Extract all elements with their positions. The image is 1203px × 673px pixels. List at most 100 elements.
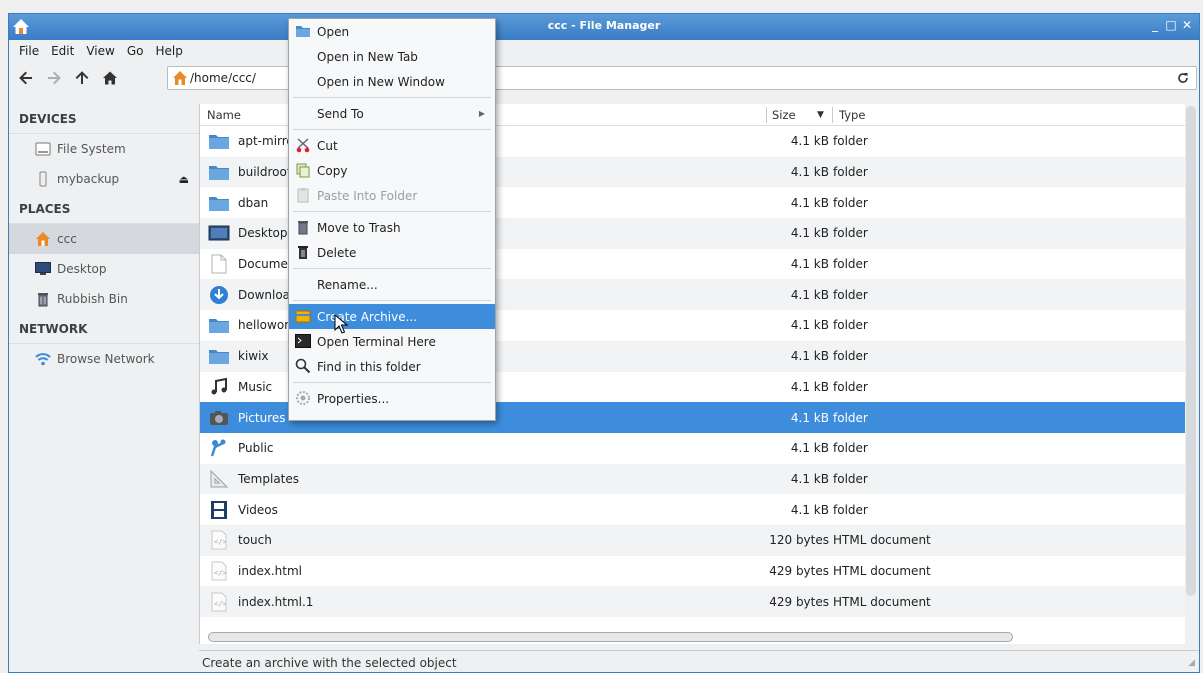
file-size: 4.1 kB xyxy=(790,287,829,302)
menu-separator xyxy=(289,297,495,304)
menu-item-send-to[interactable]: Send To ▶ xyxy=(289,101,495,126)
svg-text:</>: </> xyxy=(214,538,227,546)
file-size: 4.1 kB xyxy=(790,349,829,364)
documents-folder-icon xyxy=(207,253,231,275)
scissors-icon xyxy=(295,137,311,153)
properties-icon xyxy=(295,390,311,406)
menu-item-find-in-this-folder[interactable]: Find in this folder xyxy=(289,354,495,379)
home-button[interactable] xyxy=(99,67,121,89)
menu-item-open-terminal-here[interactable]: Open Terminal Here xyxy=(289,329,495,354)
menu-item-move-to-trash[interactable]: Move to Trash xyxy=(289,215,495,240)
terminal-icon xyxy=(295,333,311,349)
menu-item-label: Rename... xyxy=(317,277,378,292)
menu-edit[interactable]: Edit xyxy=(45,44,80,58)
status-text: Create an archive with the selected obje… xyxy=(202,656,457,670)
forward-button[interactable] xyxy=(43,67,65,89)
devices-header: DEVICES xyxy=(9,104,199,134)
sidebar-item-rubbish-bin[interactable]: Rubbish Bin xyxy=(9,284,199,314)
toolbar: /home/ccc/ xyxy=(9,62,1199,94)
file-name: Templates xyxy=(238,471,300,486)
sidebar-item-label: Browse Network xyxy=(57,352,155,366)
delete-icon xyxy=(295,244,311,260)
sidebar-item-mybackup[interactable]: mybackup ⏏ xyxy=(9,164,199,194)
file-type: HTML document xyxy=(833,594,931,609)
menu-help[interactable]: Help xyxy=(149,44,188,58)
file-row[interactable]: </> touch 120 bytes HTML document xyxy=(200,524,1185,556)
column-type[interactable]: Type xyxy=(839,108,865,122)
vertical-scrollbar[interactable] xyxy=(1186,106,1196,596)
file-size: 120 bytes xyxy=(769,533,829,548)
horizontal-scrollbar[interactable] xyxy=(208,632,1013,642)
submenu-arrow-icon: ▶ xyxy=(478,109,485,118)
minimize-button[interactable]: _ xyxy=(1149,18,1161,32)
file-row[interactable]: Templates 4.1 kB folder xyxy=(200,463,1185,495)
menu-file[interactable]: File xyxy=(13,44,45,58)
file-type: folder xyxy=(833,195,868,210)
sidebar-item-label: Rubbish Bin xyxy=(57,292,128,306)
sidebar-item-file-system[interactable]: File System xyxy=(9,134,199,164)
menu-item-create-archive[interactable]: Create Archive... xyxy=(289,304,495,329)
file-type: folder xyxy=(833,257,868,272)
column-separator[interactable] xyxy=(766,107,767,123)
file-row[interactable]: </> index.html 429 bytes HTML document xyxy=(200,556,1185,587)
column-separator[interactable] xyxy=(832,107,833,123)
wifi-icon xyxy=(35,351,51,367)
file-name: index.html xyxy=(238,563,302,578)
menu-item-properties[interactable]: Properties... xyxy=(289,386,495,411)
menu-item-open[interactable]: Open xyxy=(289,19,495,44)
svg-text:</>: </> xyxy=(214,569,227,577)
up-button[interactable] xyxy=(71,67,93,89)
column-size[interactable]: Size xyxy=(772,108,796,122)
menu-separator xyxy=(289,94,495,101)
folder-icon xyxy=(207,130,231,152)
sidebar-item-browse-network[interactable]: Browse Network xyxy=(9,344,199,374)
menu-separator xyxy=(289,126,495,133)
sidebar-item-desktop[interactable]: Desktop xyxy=(9,254,199,284)
file-row[interactable]: Videos 4.1 kB folder xyxy=(200,494,1185,525)
home-icon xyxy=(103,71,117,85)
file-size: 429 bytes xyxy=(769,594,829,609)
menu-item-cut[interactable]: Cut xyxy=(289,133,495,158)
folder-icon xyxy=(207,161,231,183)
file-type: HTML document xyxy=(833,563,931,578)
trash-icon xyxy=(295,219,311,235)
close-button[interactable]: ✕ xyxy=(1181,18,1193,32)
file-type: folder xyxy=(833,165,868,180)
menu-item-open-in-new-window[interactable]: Open in New Window xyxy=(289,69,495,94)
menu-item-copy[interactable]: Copy xyxy=(289,158,495,183)
sidebar-item-label: mybackup xyxy=(57,172,120,186)
reload-icon[interactable] xyxy=(1174,69,1192,87)
file-name: dban xyxy=(238,195,269,210)
resize-grip[interactable]: ◢ xyxy=(1188,658,1195,668)
menu-item-delete[interactable]: Delete xyxy=(289,240,495,265)
music-folder-icon xyxy=(207,376,231,398)
usb-drive-icon xyxy=(35,171,51,187)
maximize-button[interactable]: □ xyxy=(1165,18,1177,32)
back-button[interactable] xyxy=(15,67,37,89)
file-name: buildroot xyxy=(238,165,292,180)
file-row[interactable]: </> index.html.1 429 bytes HTML document xyxy=(200,586,1185,617)
menu-item-open-in-new-tab[interactable]: Open in New Tab xyxy=(289,44,495,69)
sidebar-item-ccc[interactable]: ccc xyxy=(9,224,199,254)
downloads-folder-icon xyxy=(207,284,231,306)
eject-icon[interactable]: ⏏ xyxy=(179,173,189,186)
sidebar: DEVICES File System mybackup ⏏ PLACES cc… xyxy=(9,104,199,664)
file-size: 4.1 kB xyxy=(790,471,829,486)
column-name[interactable]: Name xyxy=(207,108,241,122)
context-menu-items: Open Open in New Tab Open in New Window Sen… xyxy=(289,19,495,411)
menu-go[interactable]: Go xyxy=(121,44,150,58)
menu-separator xyxy=(289,208,495,215)
title-bar[interactable]: ccc - File Manager _ □ ✕ xyxy=(9,14,1199,40)
file-size: 4.1 kB xyxy=(790,318,829,333)
desktop-folder-icon xyxy=(207,222,231,244)
file-size: 4.1 kB xyxy=(790,226,829,241)
menu-separator xyxy=(289,265,495,272)
drive-icon xyxy=(35,141,51,157)
file-row[interactable]: Public 4.1 kB folder xyxy=(200,433,1185,464)
pictures-folder-icon xyxy=(207,407,231,429)
file-name: Pictures xyxy=(238,410,286,425)
file-size: 4.1 kB xyxy=(790,410,829,425)
menu-view[interactable]: View xyxy=(80,44,120,58)
menu-item-rename[interactable]: Rename... xyxy=(289,272,495,297)
menu-bar: File Edit View Go Help xyxy=(9,40,1199,62)
